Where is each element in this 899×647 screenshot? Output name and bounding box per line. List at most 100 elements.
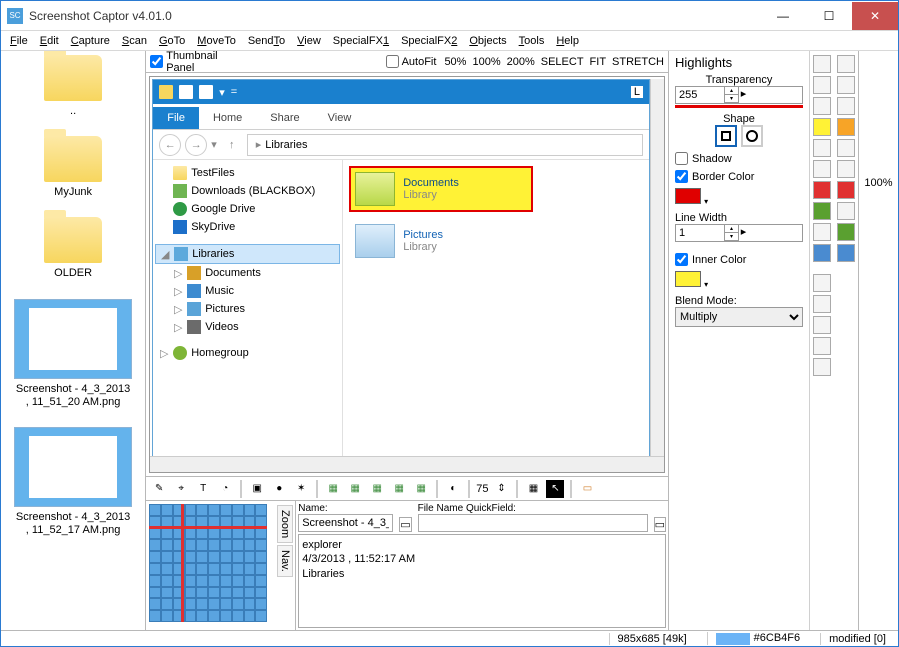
tool-button[interactable]	[813, 139, 831, 157]
tool-button[interactable]	[837, 97, 855, 115]
tool-icon[interactable]: ↖	[546, 480, 564, 498]
up-button[interactable]: ↑	[221, 134, 243, 156]
tool-button[interactable]	[837, 55, 855, 73]
spinner-icon[interactable]: ⇕	[492, 480, 510, 498]
autofit-toggle[interactable]: AutoFit	[386, 55, 437, 68]
menu-objects[interactable]: Objects	[464, 33, 511, 49]
name-input[interactable]	[298, 514, 393, 532]
menu-view[interactable]: View	[292, 33, 326, 49]
tool-button[interactable]	[813, 358, 831, 376]
zoom-tab[interactable]: Zoom	[277, 505, 293, 543]
tool-button[interactable]	[813, 118, 831, 136]
thumb-screenshot[interactable]: Screenshot - 4_3_2013 , 11_51_20 AM.png	[13, 299, 133, 409]
menu-tools[interactable]: Tools	[514, 33, 550, 49]
menu-sendto[interactable]: SendTo	[243, 33, 290, 49]
horizontal-scrollbar[interactable]	[150, 456, 664, 472]
library-documents[interactable]: DocumentsLibrary	[351, 168, 531, 210]
tool-button[interactable]	[837, 202, 855, 220]
tool-button[interactable]	[837, 118, 855, 136]
tool-button[interactable]	[813, 316, 831, 334]
zoom-navigator[interactable]: Zoom Nav.	[146, 501, 296, 630]
zoom-select[interactable]: SELECT	[541, 56, 584, 68]
library-pictures[interactable]: PicturesLibrary	[351, 220, 531, 262]
tool-button[interactable]	[837, 76, 855, 94]
tree-item-documents[interactable]: ▷Documents	[155, 264, 340, 282]
thumb-parent[interactable]: ..	[13, 55, 133, 118]
tool-icon[interactable]: ▦	[368, 480, 386, 498]
tool-icon[interactable]: ⌖	[172, 480, 190, 498]
tool-button[interactable]	[837, 181, 855, 199]
tree-item-google-drive[interactable]: Google Drive	[155, 200, 340, 218]
rename-button[interactable]: ▭	[399, 517, 411, 532]
tree-item-pictures[interactable]: ▷Pictures	[155, 300, 340, 318]
tool-icon[interactable]: ◔	[216, 480, 234, 498]
thumbnail-panel-toggle[interactable]: Thumbnail Panel	[150, 50, 217, 74]
tool-button[interactable]	[813, 202, 831, 220]
menu-capture[interactable]: Capture	[66, 33, 115, 49]
tree-item-homegroup[interactable]: ▷Homegroup	[155, 344, 340, 362]
forward-button[interactable]: →	[185, 134, 207, 156]
menu-help[interactable]: Help	[551, 33, 584, 49]
quickfield-button[interactable]: ▭	[654, 517, 666, 532]
menu-edit[interactable]: Edit	[35, 33, 64, 49]
zoom-100[interactable]: 100%	[472, 56, 500, 68]
inner-color-swatch[interactable]	[675, 271, 701, 287]
tool-button[interactable]	[813, 223, 831, 241]
tab-home[interactable]: Home	[199, 107, 256, 129]
shape-square[interactable]	[715, 125, 737, 147]
tool-button[interactable]	[837, 160, 855, 178]
tree-item-downloads[interactable]: Downloads (BLACKBOX)	[155, 182, 340, 200]
tool-button[interactable]	[837, 244, 855, 262]
tab-share[interactable]: Share	[256, 107, 313, 129]
editor-canvas[interactable]: ▾ = L File Home Share View ← → ▾ ↑	[149, 76, 665, 473]
tool-icon[interactable]: ▭	[578, 480, 596, 498]
zoom-fit[interactable]: FIT	[590, 56, 607, 68]
tool-button[interactable]	[813, 97, 831, 115]
tool-button[interactable]	[813, 274, 831, 292]
menu-specialfx1[interactable]: SpecialFX1	[328, 33, 394, 49]
tool-icon[interactable]: ▦	[524, 480, 542, 498]
thumb-folder[interactable]: MyJunk	[13, 136, 133, 199]
tool-icon[interactable]: T	[194, 480, 212, 498]
tree-item-skydrive[interactable]: SkyDrive	[155, 218, 340, 236]
menu-goto[interactable]: GoTo	[154, 33, 190, 49]
transparency-spinner[interactable]: ▴▾▸	[675, 86, 803, 104]
tab-file[interactable]: File	[153, 107, 199, 129]
thumb-screenshot[interactable]: Screenshot - 4_3_2013 , 11_52_17 AM.png	[13, 427, 133, 537]
tool-button[interactable]	[813, 160, 831, 178]
back-button[interactable]: ←	[159, 134, 181, 156]
tool-button[interactable]	[813, 76, 831, 94]
tree-item-videos[interactable]: ▷Videos	[155, 318, 340, 336]
tool-button[interactable]	[813, 295, 831, 313]
tool-icon[interactable]: ▦	[412, 480, 430, 498]
menu-file[interactable]: File	[5, 33, 33, 49]
shadow-toggle[interactable]: Shadow	[675, 152, 803, 165]
menu-specialfx2[interactable]: SpecialFX2	[396, 33, 462, 49]
tool-icon[interactable]: ✎	[150, 480, 168, 498]
quickfield-input[interactable]	[418, 514, 648, 532]
tree-item-music[interactable]: ▷Music	[155, 282, 340, 300]
history-dropdown[interactable]: ▾	[211, 138, 217, 151]
tool-icon[interactable]: ✶	[292, 480, 310, 498]
menu-moveto[interactable]: MoveTo	[192, 33, 241, 49]
zoom-50[interactable]: 50%	[444, 56, 466, 68]
zoom-200[interactable]: 200%	[507, 56, 535, 68]
close-button[interactable]: ✕	[852, 2, 898, 30]
menu-scan[interactable]: Scan	[117, 33, 152, 49]
tool-icon[interactable]: ▦	[324, 480, 342, 498]
tool-button[interactable]	[813, 337, 831, 355]
tab-view[interactable]: View	[314, 107, 366, 129]
tool-icon[interactable]: ▣	[248, 480, 266, 498]
shape-circle[interactable]	[741, 125, 763, 147]
blend-mode-select[interactable]: Multiply	[675, 307, 803, 327]
tool-button[interactable]	[837, 139, 855, 157]
tool-icon[interactable]: ▦	[346, 480, 364, 498]
tool-button[interactable]	[813, 181, 831, 199]
zoom-stretch[interactable]: STRETCH	[612, 56, 664, 68]
border-color-swatch[interactable]	[675, 188, 701, 204]
border-color-toggle[interactable]: Border Color	[675, 170, 803, 183]
vertical-scrollbar[interactable]	[650, 79, 665, 460]
tree-item-libraries[interactable]: ◢Libraries	[155, 244, 340, 264]
tool-button[interactable]	[813, 244, 831, 262]
nav-tab[interactable]: Nav.	[277, 545, 293, 577]
